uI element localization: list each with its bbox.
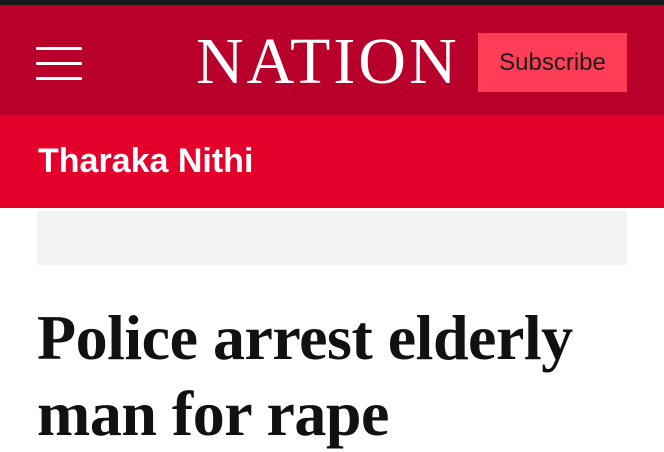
nation-logo[interactable]: NATION xyxy=(196,27,460,97)
article-headline: Police arrest elderly man for rape xyxy=(37,302,573,449)
site-header: NATION Subscribe xyxy=(0,5,664,115)
section-title[interactable]: Tharaka Nithi xyxy=(38,139,253,183)
subscribe-button[interactable]: Subscribe xyxy=(478,33,627,92)
ad-placeholder xyxy=(37,211,627,265)
menu-line xyxy=(36,62,82,65)
menu-line xyxy=(36,47,82,50)
hamburger-menu-icon[interactable] xyxy=(36,43,82,83)
menu-line xyxy=(36,77,82,80)
